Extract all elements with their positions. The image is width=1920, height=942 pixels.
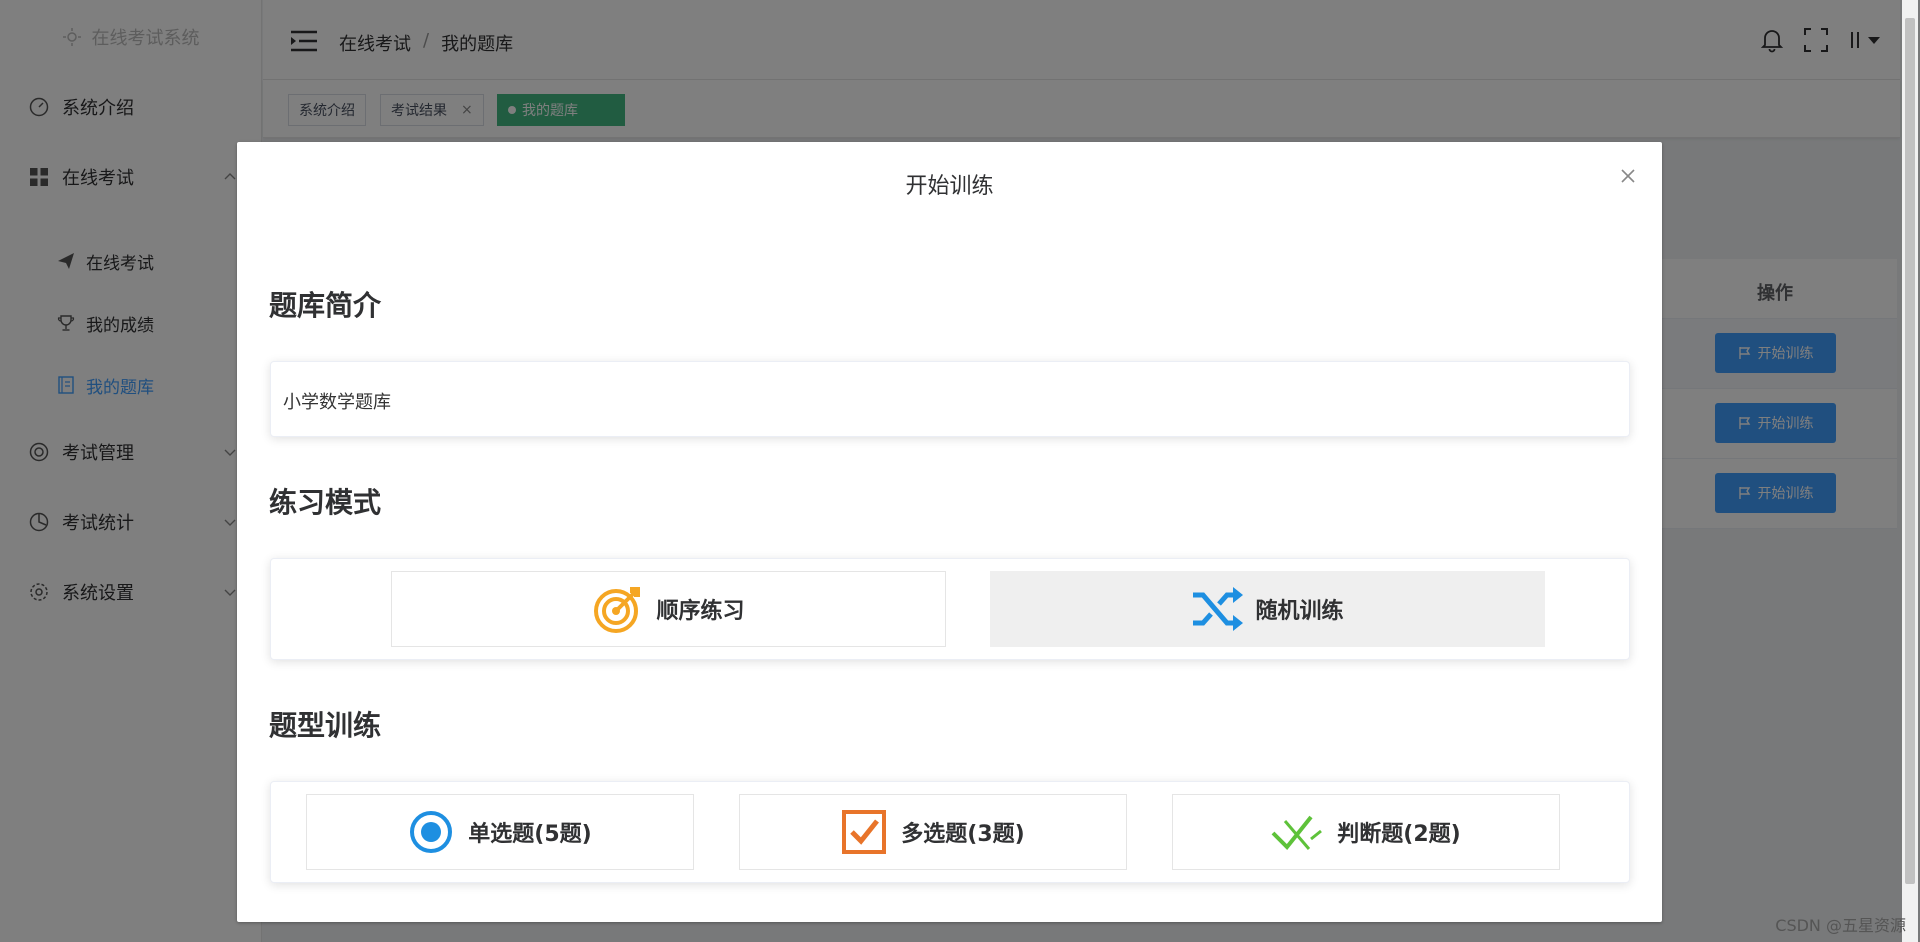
intro-text: 小学数学题库	[283, 392, 391, 413]
random-training-button[interactable]: 随机训练	[990, 571, 1545, 647]
judge-check-icon	[1271, 815, 1323, 850]
type-label: 判断题(2题)	[1337, 822, 1461, 847]
close-icon[interactable]	[1618, 166, 1638, 186]
type-card: 单选题(5题) 多选题(3题) 判断题(2题)	[270, 781, 1630, 883]
intro-heading: 题库简介	[269, 289, 382, 322]
watermark: CSDN @五星资源	[1775, 916, 1906, 935]
start-training-dialog: 开始训练 题库简介 小学数学题库 练习模式 顺序练习 随机训练 题型训练 单选题…	[237, 142, 1662, 922]
radio-icon	[410, 811, 453, 853]
type-label: 多选题(3题)	[901, 822, 1025, 847]
target-icon	[594, 587, 641, 633]
mode-heading: 练习模式	[269, 486, 382, 519]
app-root: 在线考试系统 系统介绍 在线考试 在线考试 我的成绩 我的题库 考试管理	[0, 0, 1920, 942]
checkbox-icon	[842, 810, 887, 854]
mode-card: 顺序练习 随机训练	[270, 558, 1630, 660]
intro-card: 小学数学题库	[270, 361, 1630, 437]
dialog-title: 开始训练	[905, 174, 994, 199]
type-heading: 题型训练	[269, 709, 382, 742]
mode-label: 随机训练	[1255, 599, 1344, 624]
page-scrollbar[interactable]	[1902, 0, 1918, 942]
type-label: 单选题(5题)	[468, 822, 592, 847]
multiple-choice-button[interactable]: 多选题(3题)	[739, 794, 1127, 870]
sequential-practice-button[interactable]: 顺序练习	[391, 571, 946, 647]
true-false-button[interactable]: 判断题(2题)	[1172, 794, 1560, 870]
scrollbar-thumb[interactable]	[1905, 18, 1915, 884]
single-choice-button[interactable]: 单选题(5题)	[306, 794, 694, 870]
mode-label: 顺序练习	[656, 599, 745, 624]
shuffle-icon	[1193, 587, 1244, 631]
